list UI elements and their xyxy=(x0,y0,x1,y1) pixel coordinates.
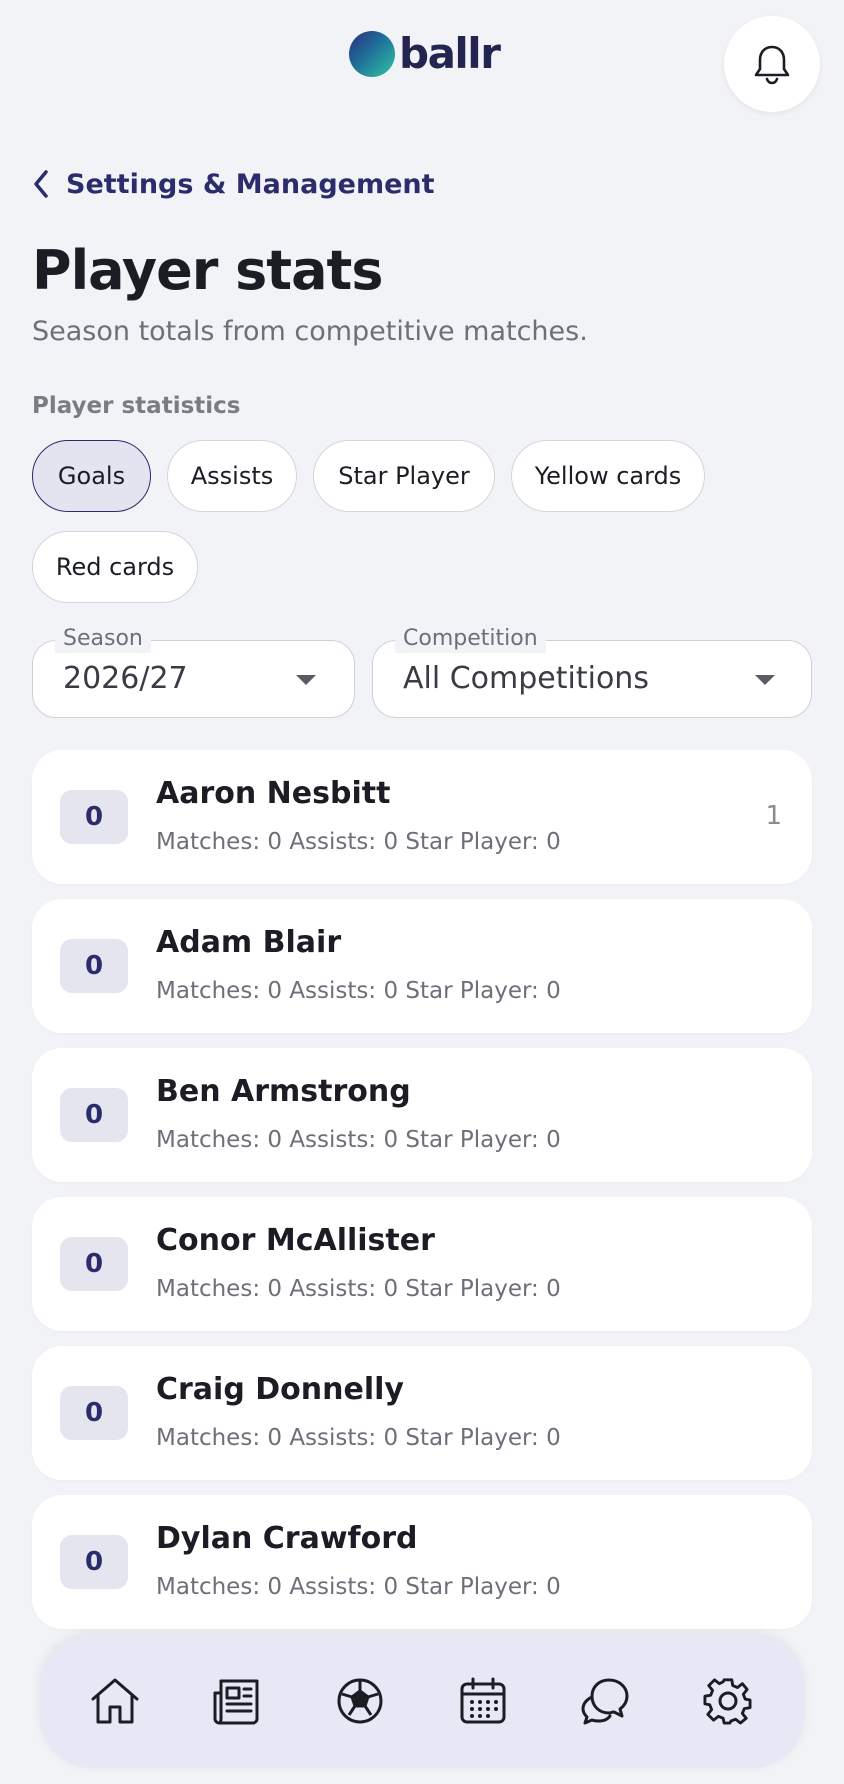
player-row[interactable]: 0 Adam Blair Matches: 0 Assists: 0 Star … xyxy=(32,899,812,1033)
chip-goals[interactable]: Goals xyxy=(32,440,151,512)
player-stats-summary: Matches: 0 Assists: 0 Star Player: 0 xyxy=(156,1425,561,1451)
nav-calendar[interactable] xyxy=(454,1672,512,1730)
page-title: Player stats xyxy=(32,239,383,302)
player-row[interactable]: 0 Ben Armstrong Matches: 0 Assists: 0 St… xyxy=(32,1048,812,1182)
competition-select[interactable]: Competition All Competitions xyxy=(372,625,812,718)
player-stats-summary: Matches: 0 Assists: 0 Star Player: 0 xyxy=(156,829,561,855)
chip-red-cards[interactable]: Red cards xyxy=(32,531,198,603)
chip-assists[interactable]: Assists xyxy=(167,440,297,512)
news-icon xyxy=(213,1679,259,1725)
season-select-label: Season xyxy=(55,625,151,653)
chevron-left-icon xyxy=(34,170,48,198)
notifications-button[interactable] xyxy=(724,16,820,112)
page-subtitle: Season totals from competitive matches. xyxy=(32,316,588,347)
competition-select-value: All Competitions xyxy=(403,661,649,696)
settings-gear-icon xyxy=(703,1678,752,1725)
player-row[interactable]: 0 Aaron Nesbitt Matches: 0 Assists: 0 St… xyxy=(32,750,812,884)
player-stats-summary: Matches: 0 Assists: 0 Star Player: 0 xyxy=(156,1276,561,1302)
nav-news[interactable] xyxy=(208,1672,266,1730)
chip-star-player[interactable]: Star Player xyxy=(313,440,495,512)
player-name: Craig Donnelly xyxy=(156,1372,404,1407)
goal-count-badge: 0 xyxy=(60,1386,128,1440)
goal-count-badge: 0 xyxy=(60,939,128,993)
player-stats-summary: Matches: 0 Assists: 0 Star Player: 0 xyxy=(156,1574,561,1600)
back-to-settings-link[interactable]: Settings & Management xyxy=(32,164,435,204)
nav-settings[interactable] xyxy=(699,1672,757,1730)
calendar-icon xyxy=(460,1677,506,1724)
player-name: Conor McAllister xyxy=(156,1223,435,1258)
season-select[interactable]: Season 2026/27 xyxy=(32,625,355,718)
app-header: ballr xyxy=(0,0,844,112)
player-name: Aaron Nesbitt xyxy=(156,776,391,811)
player-stats-summary: Matches: 0 Assists: 0 Star Player: 0 xyxy=(156,1127,561,1153)
player-statistics-label: Player statistics xyxy=(32,393,241,419)
football-icon xyxy=(337,1678,383,1724)
chat-icon xyxy=(581,1678,629,1725)
nav-chat[interactable] xyxy=(576,1672,634,1730)
logo-text: ballr xyxy=(399,29,501,78)
goal-count-badge: 0 xyxy=(60,1237,128,1291)
ballr-logo[interactable]: ballr xyxy=(349,29,501,78)
goal-count-badge: 0 xyxy=(60,1088,128,1142)
caret-down-icon xyxy=(755,675,775,685)
back-link-label: Settings & Management xyxy=(66,168,435,200)
nav-matches[interactable] xyxy=(331,1672,389,1730)
player-row[interactable]: 0 Conor McAllister Matches: 0 Assists: 0… xyxy=(32,1197,812,1331)
player-row[interactable]: 0 Craig Donnelly Matches: 0 Assists: 0 S… xyxy=(32,1346,812,1480)
competition-select-label: Competition xyxy=(395,625,546,653)
player-row[interactable]: 0 Dylan Crawford Matches: 0 Assists: 0 S… xyxy=(32,1495,812,1629)
home-icon xyxy=(91,1678,139,1724)
player-name: Ben Armstrong xyxy=(156,1074,411,1109)
logo-mark-icon xyxy=(349,31,395,77)
player-name: Dylan Crawford xyxy=(156,1521,418,1556)
player-stats-summary: Matches: 0 Assists: 0 Star Player: 0 xyxy=(156,978,561,1004)
caret-down-icon xyxy=(296,675,316,685)
goal-count-badge: 0 xyxy=(60,790,128,844)
season-select-value: 2026/27 xyxy=(63,661,188,696)
player-name: Adam Blair xyxy=(156,925,342,960)
bell-icon xyxy=(754,45,790,85)
bottom-nav xyxy=(40,1634,804,1768)
nav-home[interactable] xyxy=(86,1672,144,1730)
goal-count-badge: 0 xyxy=(60,1535,128,1589)
player-rank: 1 xyxy=(765,801,782,831)
chip-yellow-cards[interactable]: Yellow cards xyxy=(511,440,705,512)
